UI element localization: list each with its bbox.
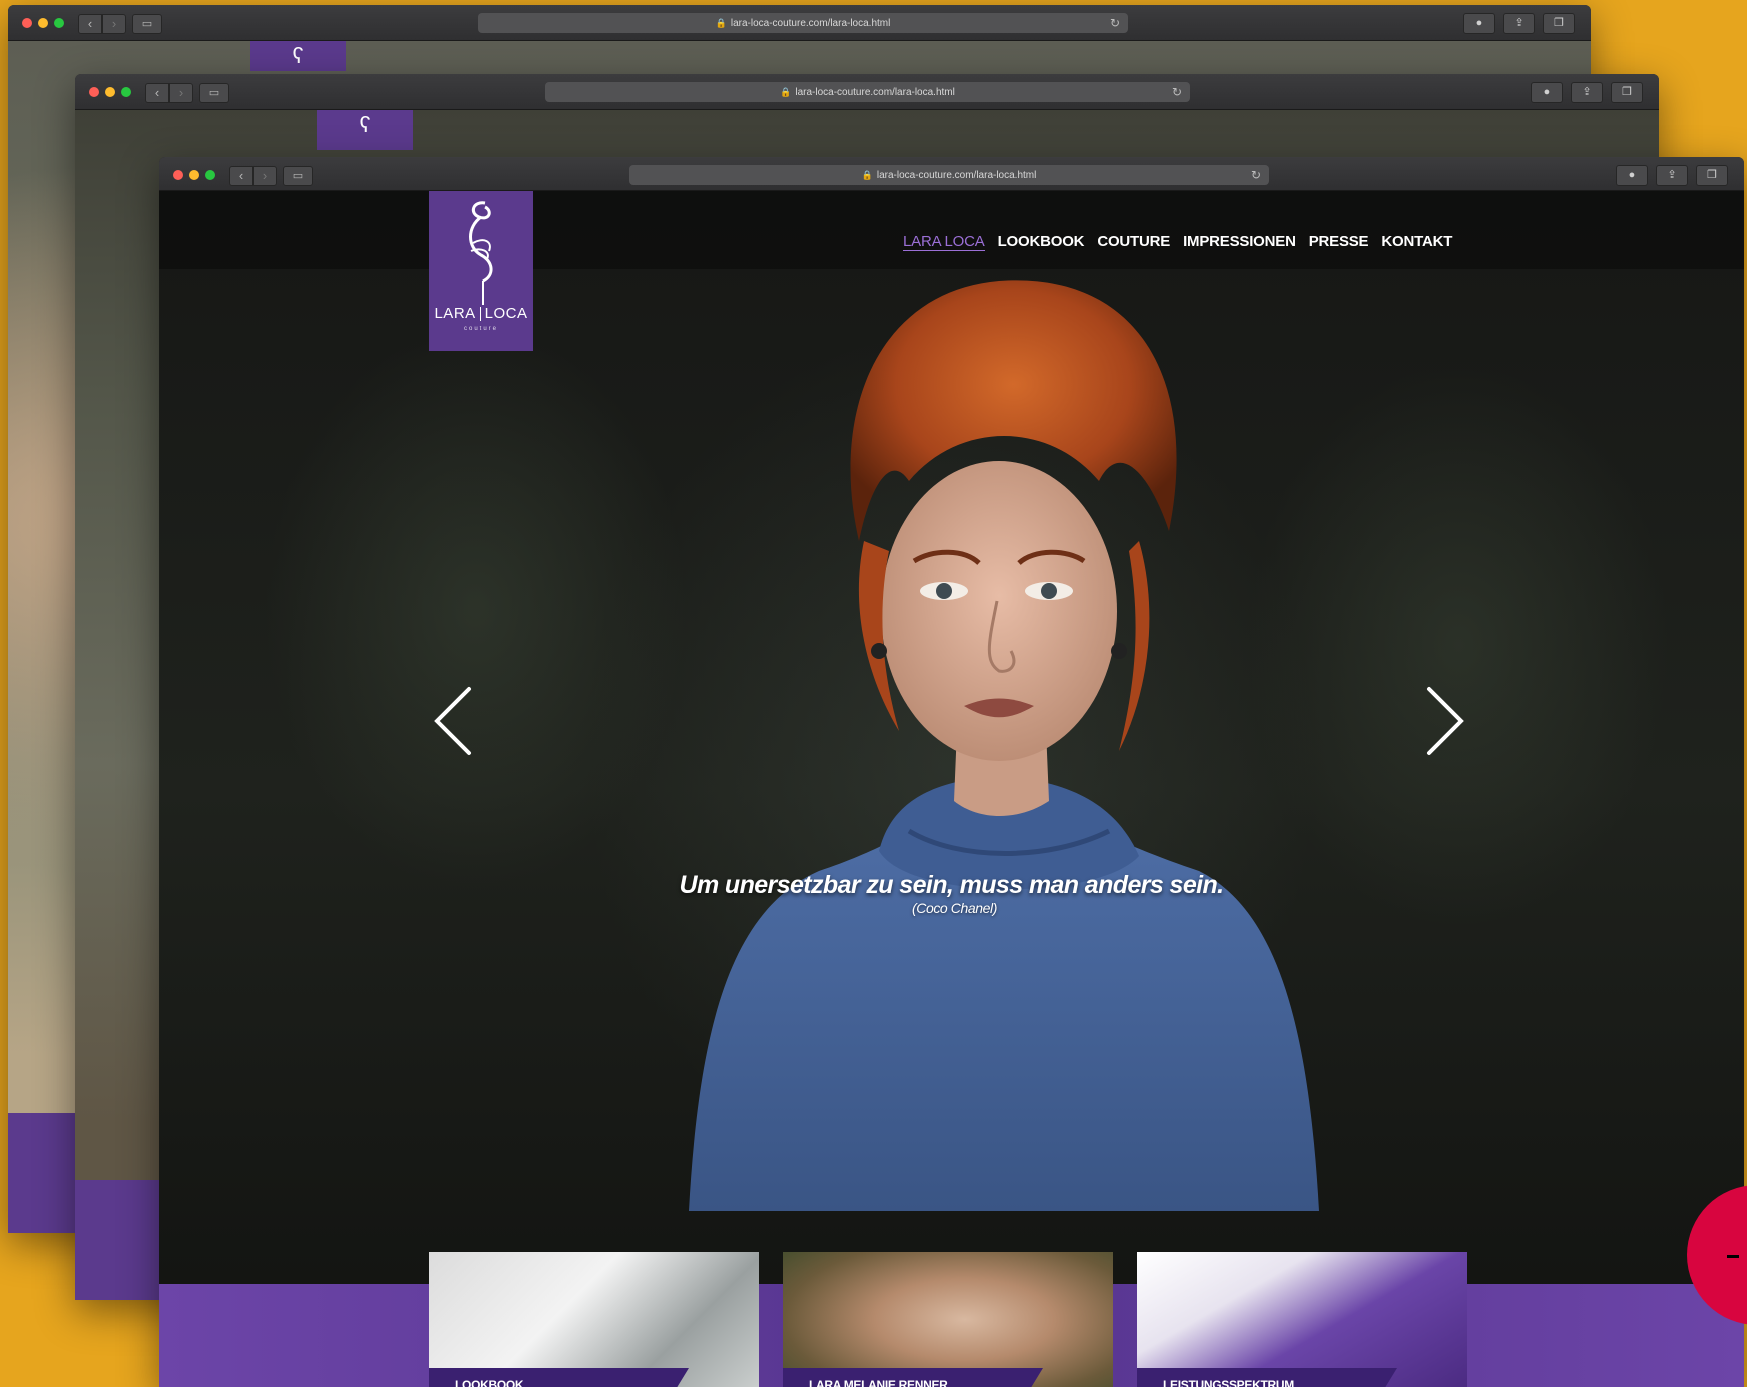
tabs-icon[interactable]: ❐ — [1696, 165, 1728, 186]
logo-wordmark: LARA LOCA — [429, 305, 533, 322]
tile-label: LOOKBOOK — [429, 1368, 689, 1387]
share-icon[interactable]: ⇪ — [1656, 165, 1688, 186]
sidebar-toggle-icon[interactable]: ▭ — [199, 83, 229, 103]
close-window-button[interactable] — [22, 18, 32, 28]
traffic-lights — [22, 18, 64, 28]
downloads-icon[interactable]: ● — [1616, 165, 1648, 186]
nav-item-kontakt[interactable]: KONTAKT — [1381, 233, 1452, 251]
tile-lookbook[interactable]: LOOKBOOK — [429, 1252, 759, 1387]
traffic-lights — [173, 170, 215, 180]
address-bar[interactable]: 🔒 lara-loca-couture.com/lara-loca.html ↻ — [629, 165, 1269, 185]
minus-icon — [1727, 1255, 1739, 1258]
logo-text-left: LARA — [434, 305, 476, 322]
traffic-lights — [89, 87, 131, 97]
hero-quote: Um unersetzbar zu sein, muss man anders … — [159, 871, 1744, 916]
address-bar[interactable]: 🔒 lara-loca-couture.com/lara-loca.html ↻ — [545, 82, 1190, 102]
nav-item-presse[interactable]: PRESSE — [1309, 233, 1369, 251]
reload-icon[interactable]: ↻ — [1251, 165, 1261, 185]
lock-icon: 🔒 — [780, 87, 792, 97]
titlebar: ‹ › ▭ 🔒 lara-loca-couture.com/lara-loca.h… — [75, 74, 1659, 110]
tabs-icon[interactable]: ❐ — [1611, 82, 1643, 103]
minimize-window-button[interactable] — [105, 87, 115, 97]
main-navigation: LARA LOCA LOOKBOOK COUTURE IMPRESSIONEN … — [903, 233, 1452, 251]
minimize-window-button[interactable] — [189, 170, 199, 180]
chevron-right-icon[interactable] — [1419, 681, 1469, 761]
flamingo-icon — [469, 201, 493, 305]
lock-icon: 🔒 — [715, 18, 727, 28]
tile-lara-melanie-renner[interactable]: LARA MELANIE RENNER — [783, 1252, 1113, 1387]
close-window-button[interactable] — [173, 170, 183, 180]
sidebar-toggle-icon[interactable]: ▭ — [283, 166, 313, 186]
forward-icon[interactable]: › — [169, 83, 193, 103]
history-buttons: ‹ › — [78, 14, 126, 34]
nav-item-lookbook[interactable]: LOOKBOOK — [998, 233, 1085, 251]
toolbar-buttons: ● ⇪ ❐ — [1531, 82, 1643, 103]
tabs-icon[interactable]: ❐ — [1543, 13, 1575, 34]
logo-text-right: LOCA — [484, 305, 528, 322]
logo-subtitle: couture — [463, 326, 498, 332]
share-icon[interactable]: ⇪ — [1571, 82, 1603, 103]
feature-tiles: LOOKBOOK LARA MELANIE RENNER LEISTUNGSSP… — [429, 1252, 1467, 1387]
sidebar-toggle-icon[interactable]: ▭ — [132, 14, 162, 34]
quote-author: (Coco Chanel) — [911, 900, 998, 916]
address-bar[interactable]: 🔒 lara-loca-couture.com/lara-loca.html ↻ — [478, 13, 1128, 33]
downloads-icon[interactable]: ● — [1463, 13, 1495, 34]
nav-item-couture[interactable]: COUTURE — [1097, 233, 1170, 251]
site-logo[interactable]: LARA LOCA couture — [429, 191, 533, 351]
nav-item-impressionen[interactable]: IMPRESSIONEN — [1183, 233, 1296, 251]
toolbar-buttons: ● ⇪ ❐ — [1463, 13, 1575, 34]
back-icon[interactable]: ‹ — [229, 166, 253, 186]
browser-window-main: ‹ › ▭ 🔒 lara-loca-couture.com/lara-loca.h… — [159, 157, 1744, 1387]
forward-icon[interactable]: › — [253, 166, 277, 186]
reload-icon[interactable]: ↻ — [1172, 82, 1182, 102]
titlebar: ‹ › ▭ 🔒 lara-loca-couture.com/lara-loca.h… — [8, 5, 1591, 41]
nav-item-lara-loca[interactable]: LARA LOCA — [903, 233, 985, 251]
reload-icon[interactable]: ↻ — [1110, 13, 1120, 33]
zoom-window-button[interactable] — [205, 170, 215, 180]
history-buttons: ‹ › — [229, 166, 277, 186]
zoom-window-button[interactable] — [54, 18, 64, 28]
lock-icon: 🔒 — [861, 170, 873, 180]
flamingo-icon: ʕ — [317, 110, 413, 150]
back-icon[interactable]: ‹ — [145, 83, 169, 103]
hero-portrait-image — [689, 280, 1319, 1211]
tile-label: LARA MELANIE RENNER — [783, 1368, 1043, 1387]
chevron-left-icon[interactable] — [429, 681, 479, 761]
tile-label: LEISTUNGSSPEKTRUM — [1137, 1368, 1397, 1387]
flamingo-icon: ʕ — [250, 41, 346, 71]
toolbar-buttons: ● ⇪ ❐ — [1616, 165, 1728, 186]
zoom-window-button[interactable] — [121, 87, 131, 97]
forward-icon[interactable]: › — [102, 14, 126, 34]
close-window-button[interactable] — [89, 87, 99, 97]
back-icon[interactable]: ‹ — [78, 14, 102, 34]
url-text: lara-loca-couture.com/lara-loca.html — [795, 87, 955, 98]
url-text: lara-loca-couture.com/lara-loca.html — [730, 18, 891, 29]
url-text: lara-loca-couture.com/lara-loca.html — [876, 170, 1037, 181]
history-buttons: ‹ › — [145, 83, 193, 103]
quote-text: Um unersetzbar zu sein, muss man anders … — [679, 871, 1224, 899]
titlebar: ‹ › ▭ 🔒 lara-loca-couture.com/lara-loca.h… — [159, 157, 1744, 191]
minimize-window-button[interactable] — [38, 18, 48, 28]
share-icon[interactable]: ⇪ — [1503, 13, 1535, 34]
hero-slider: LARA LOCA couture LARA LOCA LOOKBOOK COUT… — [159, 191, 1744, 1387]
tile-leistungsspektrum[interactable]: LEISTUNGSSPEKTRUM — [1137, 1252, 1467, 1387]
downloads-icon[interactable]: ● — [1531, 82, 1563, 103]
